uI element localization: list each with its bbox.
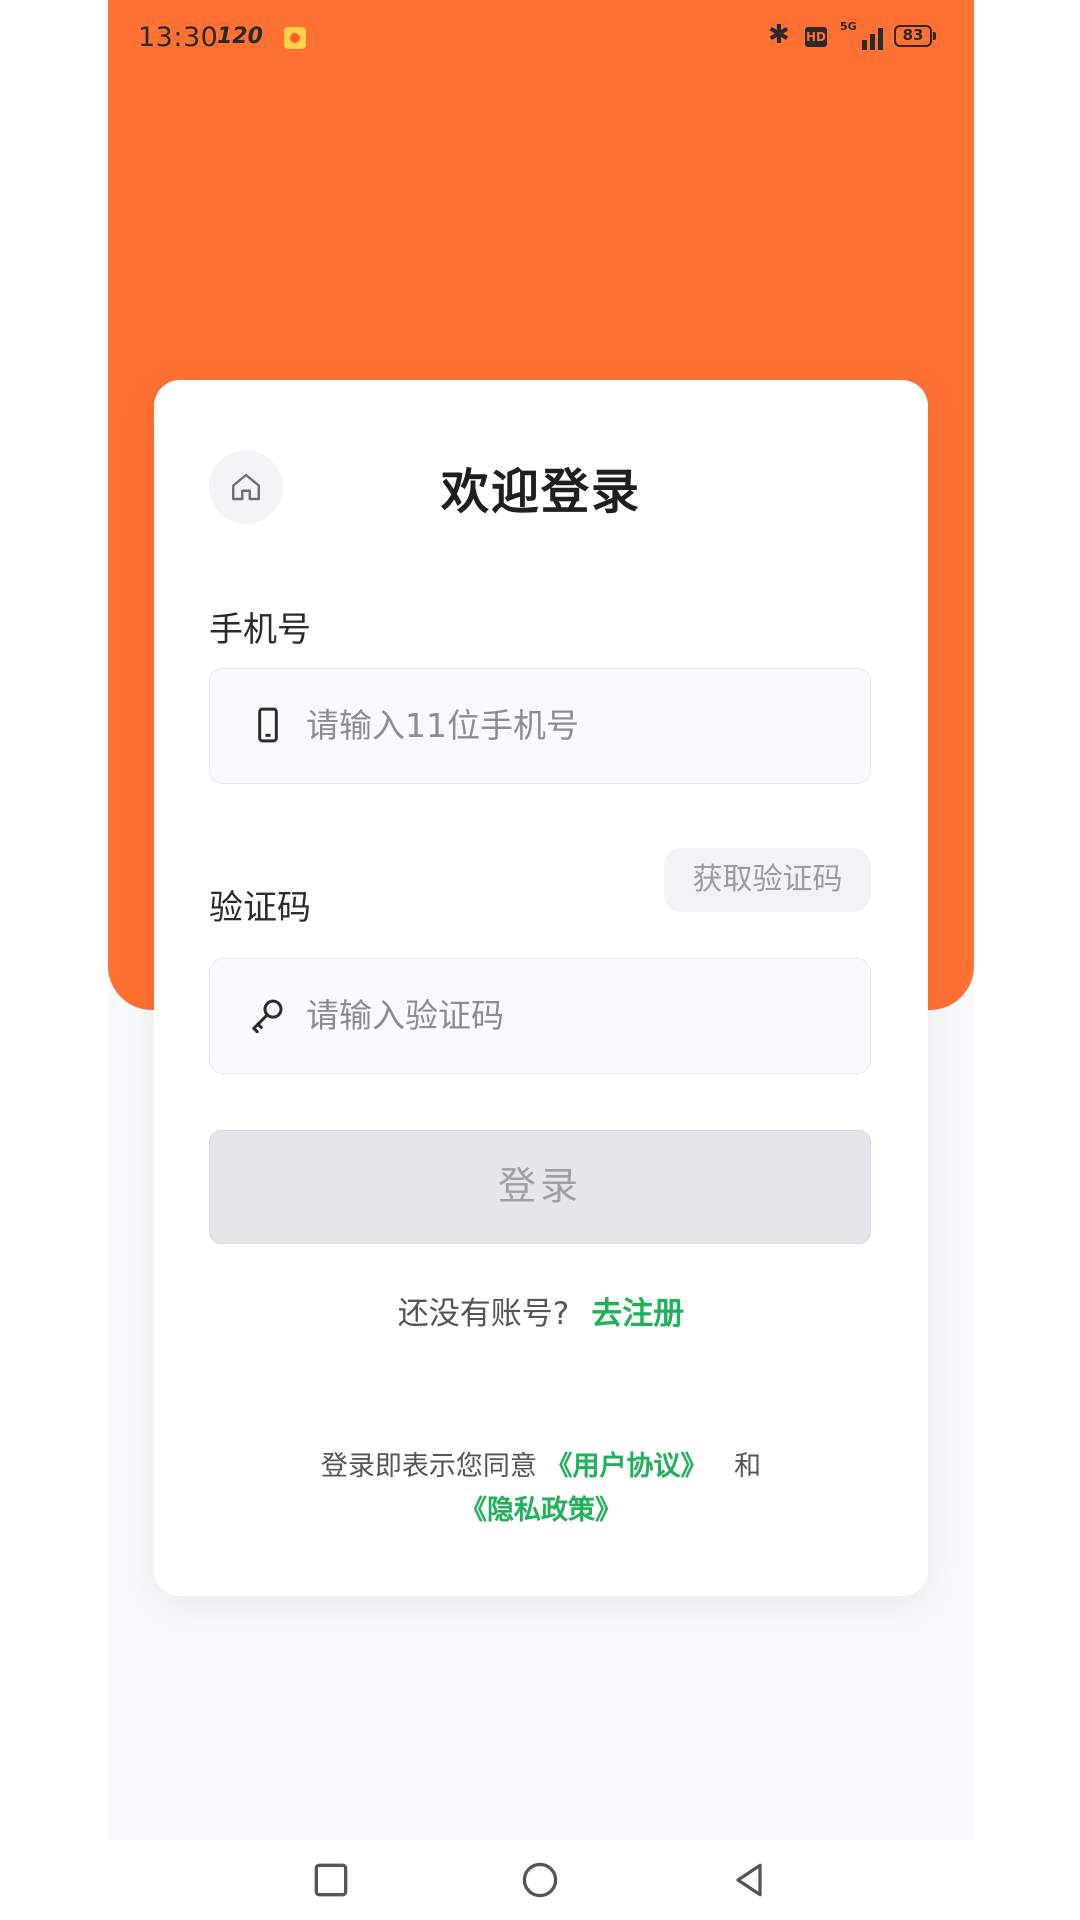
code-input[interactable] — [306, 959, 846, 1072]
square-icon[interactable] — [309, 1858, 353, 1902]
agreement-line-2: 《隐私政策》 — [154, 1489, 928, 1533]
login-card: 欢迎登录 手机号 验证码 获取验证码 登录 — [154, 380, 928, 1596]
agreement-line-1: 登录即表示您同意 《用户协议》 和 — [154, 1445, 928, 1489]
get-code-button[interactable]: 获取验证码 — [664, 848, 871, 912]
app-viewport: 13:30 120 ✱ HD 5G 83 欢迎登录 手机号 请输入11位手机号 … — [108, 0, 974, 1840]
battery-icon: 83 — [894, 25, 936, 47]
system-nav-bar — [0, 1840, 1080, 1920]
phone-field — [209, 668, 871, 784]
privacy-policy-link[interactable]: 《隐私政策》 — [460, 1495, 622, 1526]
page-title: 欢迎登录 — [440, 464, 641, 520]
register-link[interactable]: 去注册 — [591, 1296, 684, 1332]
code-label: 验证码 — [209, 888, 311, 928]
hd-icon: HD — [805, 27, 827, 47]
phone-input[interactable] — [306, 669, 846, 782]
phone-icon — [258, 707, 278, 743]
key-icon — [252, 999, 283, 1034]
login-button[interactable]: 登录 — [209, 1130, 871, 1244]
no-account-text: 还没有账号? — [397, 1296, 570, 1332]
network-type: 5G — [840, 20, 857, 33]
signal-icon: 5G — [840, 20, 888, 50]
agreement-prefix: 登录即表示您同意 — [320, 1451, 537, 1482]
register-prompt: 还没有账号? 去注册 — [154, 1288, 928, 1333]
status-time: 13:30 — [138, 22, 219, 53]
bluetooth-icon: ✱ — [768, 20, 790, 50]
notification-app-icon — [284, 27, 306, 49]
screen: 13:30 120 ✱ HD 5G 83 欢迎登录 手机号 请输入11位手机号 … — [0, 0, 1080, 1920]
refresh-rate: 120 — [217, 24, 263, 49]
status-bar: 13:30 120 ✱ HD 5G 83 — [108, 0, 974, 76]
triangle-back-icon[interactable] — [727, 1858, 771, 1902]
agreement-and: 和 — [734, 1451, 762, 1482]
phone-label: 手机号 — [209, 610, 311, 650]
code-field — [209, 958, 871, 1074]
circle-icon[interactable] — [518, 1858, 562, 1902]
user-agreement-link[interactable]: 《用户协议》 — [546, 1451, 708, 1482]
agreement-notice: 登录即表示您同意 《用户协议》 和 《隐私政策》 — [154, 1445, 928, 1533]
